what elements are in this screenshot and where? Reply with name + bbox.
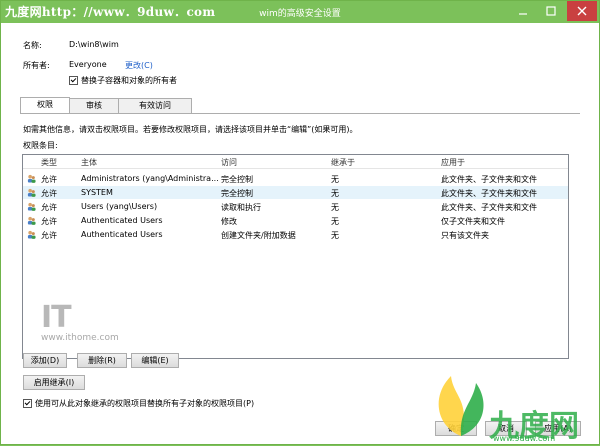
column-access[interactable]: 访问 <box>221 157 237 168</box>
row-inherited: 无 <box>331 231 339 240</box>
column-applies-to[interactable]: 应用于 <box>441 157 465 168</box>
row-applies: 此文件夹、子文件夹和文件 <box>441 203 537 212</box>
users-icon <box>27 216 36 225</box>
users-icon <box>27 202 36 211</box>
minimize-button[interactable] <box>509 1 537 21</box>
table-row[interactable]: 允许 Authenticated Users 修改 无 仅子文件夹和文件 <box>23 214 568 227</box>
close-icon <box>577 6 587 16</box>
tab-auditing[interactable]: 审核 <box>69 98 119 113</box>
row-inherited: 无 <box>331 217 339 226</box>
replace-child-label: 使用可从此对象继承的权限项目替换所有子对象的权限项目(P) <box>35 399 255 408</box>
replace-owner-label: 替换子容器和对象的所有者 <box>81 76 177 85</box>
row-applies: 此文件夹、子文件夹和文件 <box>441 189 537 198</box>
tab-permissions[interactable]: 权限 <box>20 97 70 114</box>
minimize-icon <box>519 13 527 15</box>
maximize-icon <box>546 6 556 16</box>
enable-inheritance-button[interactable]: 启用继承(I) <box>23 375 85 390</box>
table-row[interactable]: 允许 Authenticated Users 创建文件夹/附加数据 无 只有该文… <box>23 228 568 241</box>
row-access: 完全控制 <box>221 189 253 198</box>
row-access: 读取和执行 <box>221 203 261 212</box>
ithome-url: www.ithome.com <box>41 333 119 343</box>
edit-button[interactable]: 编辑(E) <box>131 353 179 368</box>
table-row[interactable]: 允许 Administrators (yang\Administra... 完全… <box>23 172 568 185</box>
add-button[interactable]: 添加(D) <box>23 353 67 368</box>
users-icon <box>27 230 36 239</box>
users-icon <box>27 188 36 197</box>
leaf-logo-icon <box>438 376 484 436</box>
advanced-security-window: 九度网http：//www．9duw．com wim的高级安全设置 名称: D:… <box>0 0 600 445</box>
row-applies: 仅子文件夹和文件 <box>441 217 505 226</box>
column-principal[interactable]: 主体 <box>81 157 97 168</box>
change-owner-link[interactable]: 更改(C) <box>125 60 153 71</box>
entries-label: 权限条目: <box>23 141 58 150</box>
row-inherited: 无 <box>331 203 339 212</box>
replace-owner-checkbox[interactable] <box>69 76 78 85</box>
row-type: 允许 <box>41 231 57 240</box>
remove-button[interactable]: 删除(R) <box>77 353 127 368</box>
row-applies: 只有该文件夹 <box>441 231 489 240</box>
list-header: 类型 主体 访问 继承于 应用于 <box>23 155 568 169</box>
row-type: 允许 <box>41 175 57 184</box>
row-principal: Administrators (yang\Administra... <box>81 174 219 183</box>
replace-owner-option[interactable]: 替换子容器和对象的所有者 <box>69 75 177 86</box>
column-inherited-from[interactable]: 继承于 <box>331 157 355 168</box>
row-access: 修改 <box>221 217 237 226</box>
row-type: 允许 <box>41 189 57 198</box>
brand-url: www.9duw.com <box>493 434 556 443</box>
replace-child-checkbox[interactable] <box>23 399 32 408</box>
name-value: D:\win8\wim <box>69 40 119 49</box>
table-row[interactable]: 允许 Users (yang\Users) 读取和执行 无 此文件夹、子文件夹和… <box>23 200 568 213</box>
title-bar: 九度网http：//www．9duw．com wim的高级安全设置 <box>1 1 599 23</box>
table-row[interactable]: 允许 SYSTEM 完全控制 无 此文件夹、子文件夹和文件 <box>23 186 568 199</box>
row-principal: Users (yang\Users) <box>81 202 158 211</box>
tab-effective-access[interactable]: 有效访问 <box>118 98 192 113</box>
column-type[interactable]: 类型 <box>41 157 57 168</box>
hint-text: 如需其他信息，请双击权限项目。若要修改权限项目，请选择该项目并单击“编辑”(如果… <box>23 125 358 134</box>
row-access: 创建文件夹/附加数据 <box>221 231 296 240</box>
users-icon <box>27 174 36 183</box>
row-inherited: 无 <box>331 189 339 198</box>
replace-child-option[interactable]: 使用可从此对象继承的权限项目替换所有子对象的权限项目(P) <box>23 398 254 409</box>
row-principal: Authenticated Users <box>81 216 163 225</box>
row-principal: Authenticated Users <box>81 230 163 239</box>
owner-value: Everyone <box>69 60 107 69</box>
row-applies: 此文件夹、子文件夹和文件 <box>441 175 537 184</box>
ithome-logo: IT <box>41 300 72 335</box>
row-principal: SYSTEM <box>81 188 113 197</box>
close-button[interactable] <box>567 1 597 21</box>
row-access: 完全控制 <box>221 175 253 184</box>
ithome-watermark: IT www.ithome.com <box>41 300 119 344</box>
owner-label: 所有者: <box>23 61 50 70</box>
name-label: 名称: <box>23 41 42 50</box>
row-type: 允许 <box>41 217 57 226</box>
site-brand-watermark: 九度网 www.9duw.com <box>431 371 600 446</box>
maximize-button[interactable] <box>537 1 565 21</box>
row-inherited: 无 <box>331 175 339 184</box>
row-type: 允许 <box>41 203 57 212</box>
